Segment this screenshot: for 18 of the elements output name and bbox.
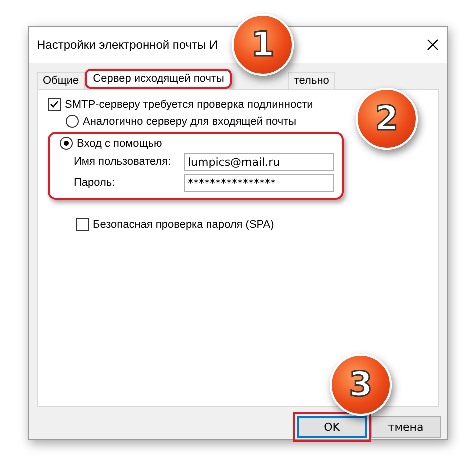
checkbox-label: SMTP-серверу требуется проверка подлинности xyxy=(65,98,314,110)
radio-label: Вход с помощью xyxy=(77,138,162,150)
input-field[interactable]: **************** xyxy=(184,174,334,192)
tab[interactable]: Сервер исходящей почты xyxy=(85,69,232,89)
input-field[interactable]: lumpics@mail.ru xyxy=(184,153,334,171)
field-label: Имя пользователя: xyxy=(74,156,172,168)
radio-button[interactable] xyxy=(60,137,73,150)
checkbox-label: Безопасная проверка пароля (SPA) xyxy=(93,218,274,230)
radio-button[interactable] xyxy=(66,115,79,128)
close-icon[interactable] xyxy=(427,39,439,51)
checkbox[interactable] xyxy=(76,218,89,231)
window-title: Настройки электронной почты И xyxy=(37,38,218,52)
field-label: Пароль: xyxy=(74,177,116,189)
radio-label: Аналогично серверу для входящей почты xyxy=(83,116,297,128)
tab[interactable]: тельно xyxy=(288,72,336,89)
tab[interactable]: Общие xyxy=(37,72,86,89)
cancel-button[interactable]: тмена xyxy=(371,416,441,438)
checkbox[interactable] xyxy=(48,98,61,111)
